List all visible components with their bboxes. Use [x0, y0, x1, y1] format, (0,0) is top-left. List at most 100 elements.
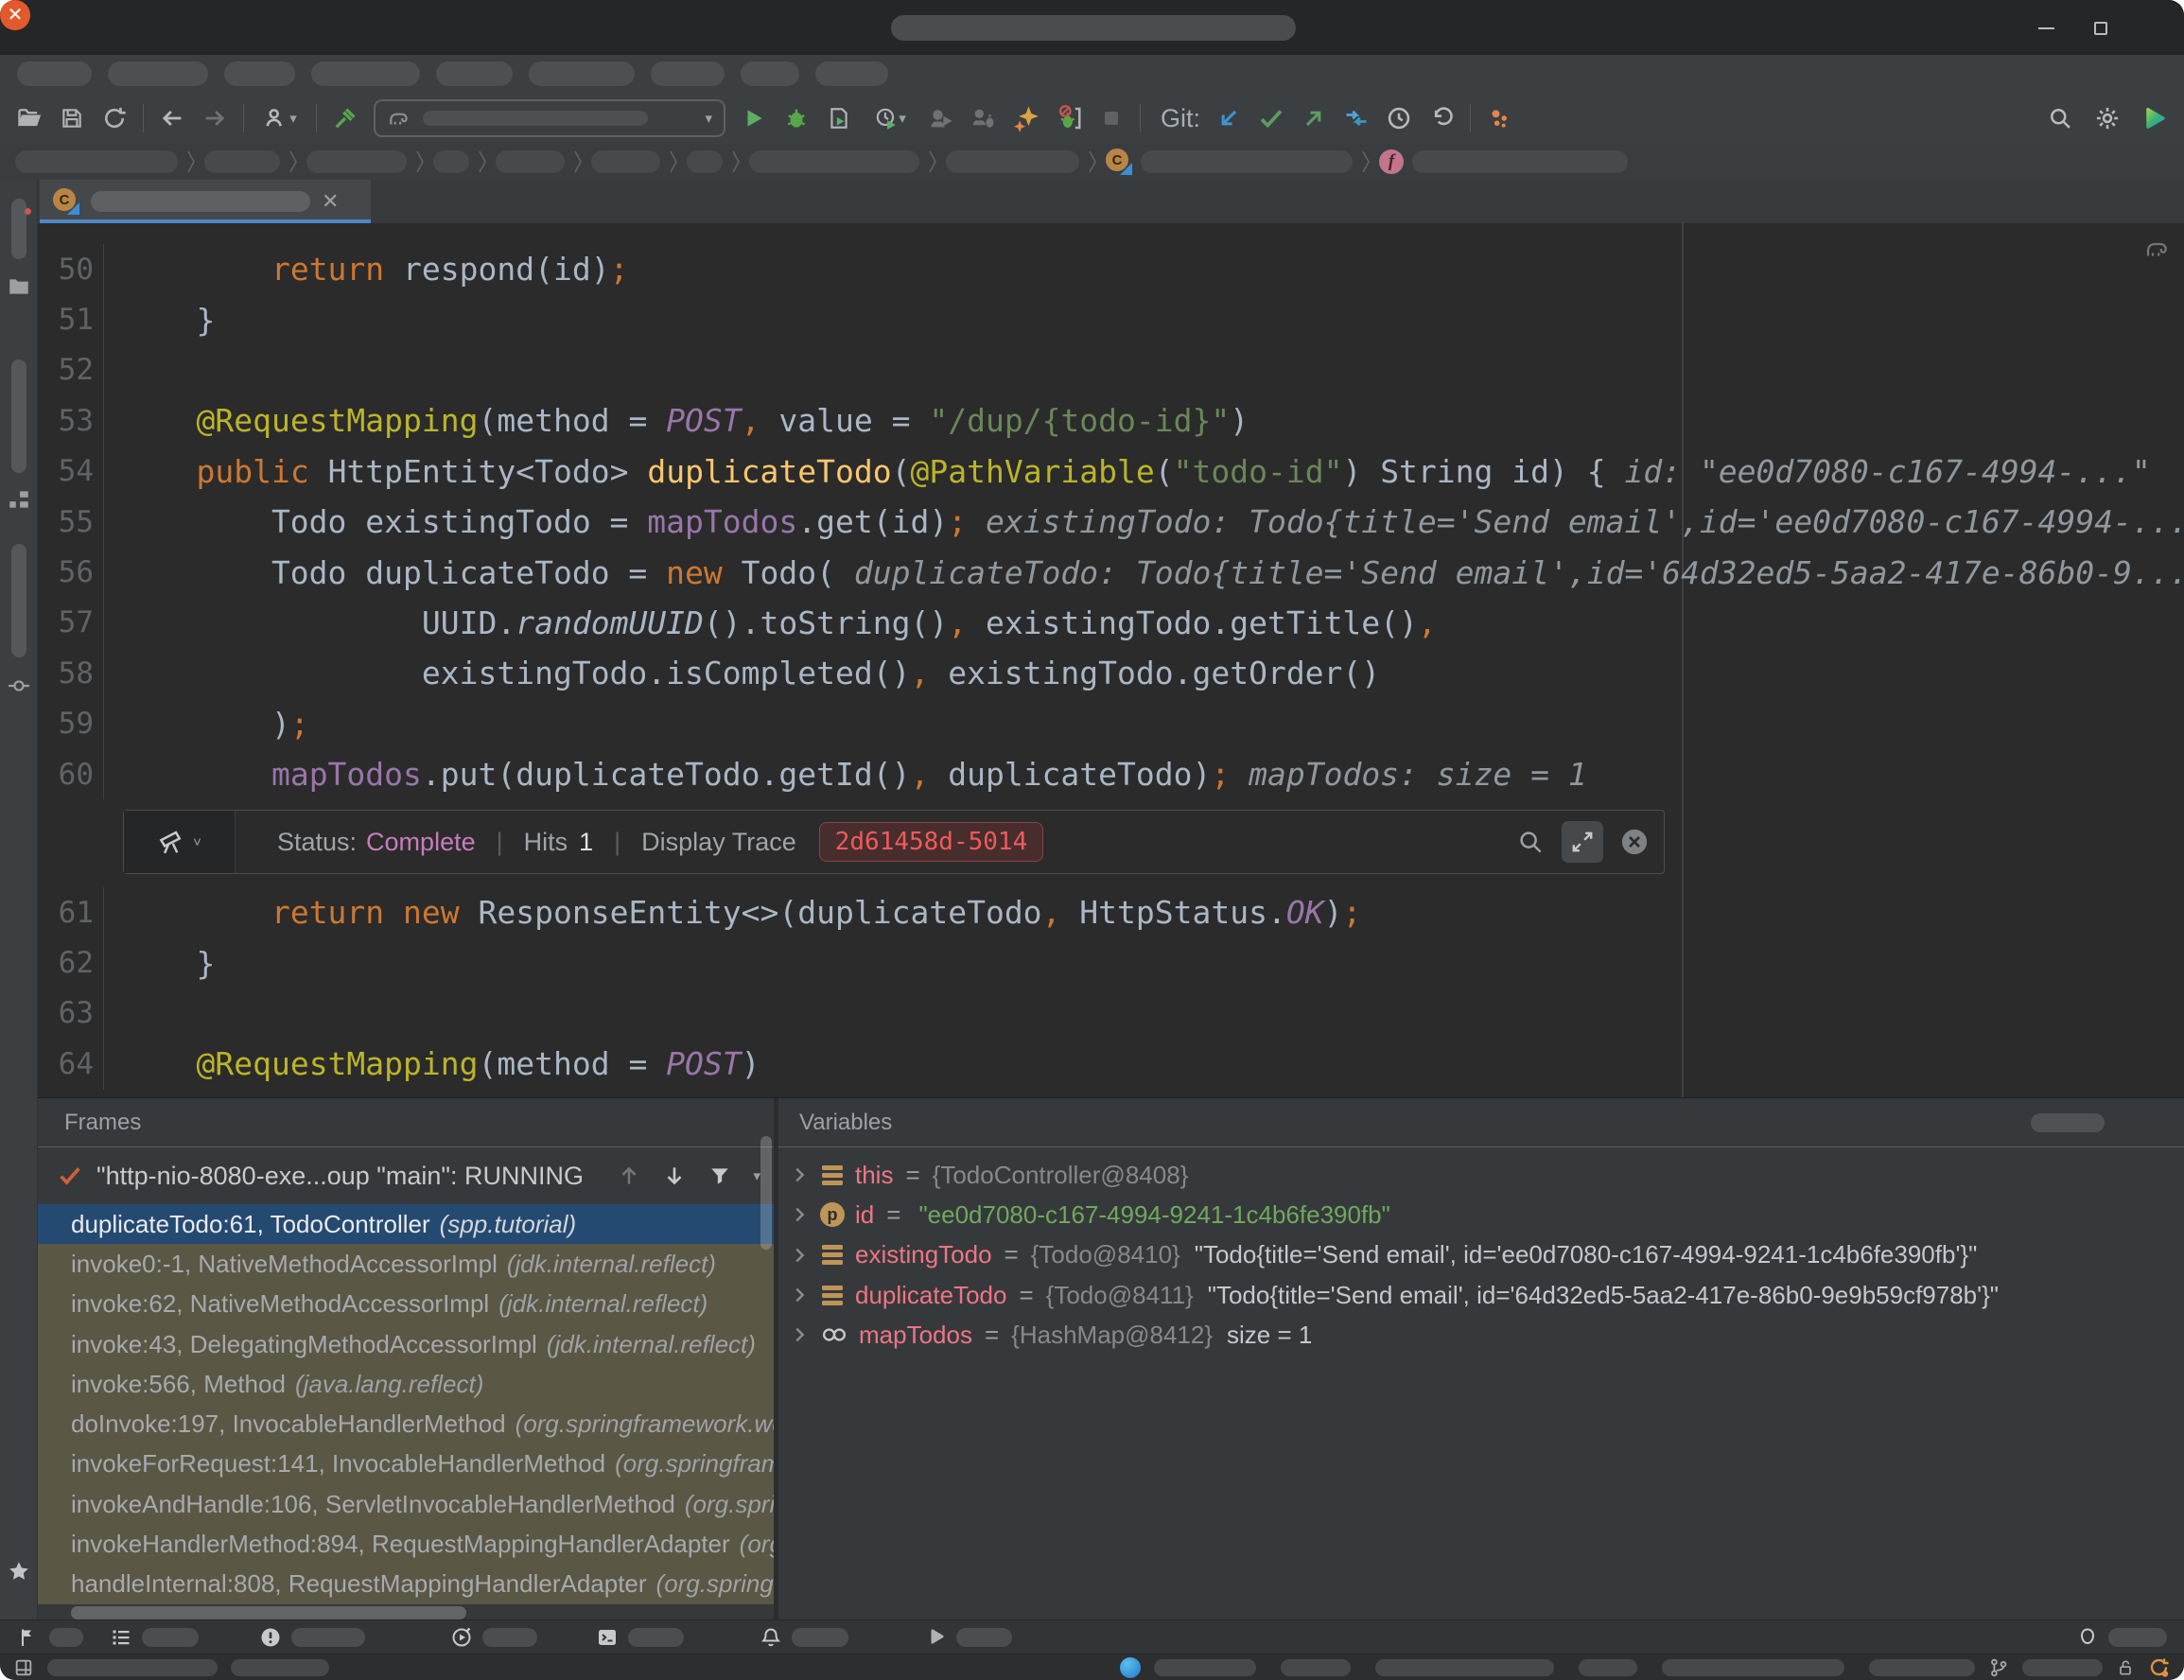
tool-window-label-redacted[interactable] — [49, 1628, 83, 1647]
frame-row[interactable]: invokeHandlerMethod:894, RequestMappingH… — [38, 1524, 774, 1564]
line-number[interactable]: 52 — [38, 345, 104, 395]
line-number[interactable]: 53 — [38, 395, 104, 446]
code-line[interactable]: 55 Todo existingTodo = mapTodos.get(id);… — [38, 497, 2184, 547]
forward-icon[interactable] — [201, 104, 229, 132]
code-line[interactable]: 56 Todo duplicateTodo = new Todo( duplic… — [38, 547, 2184, 597]
search-tool-icon[interactable] — [2076, 1626, 2099, 1649]
code-line[interactable]: 58 existingTodo.isCompleted(), existingT… — [38, 648, 2184, 698]
thread-selector[interactable]: "http-nio-8080-exe...oup "main": RUNNING… — [38, 1147, 774, 1204]
code-line[interactable]: 64 @RequestMapping(method = POST) — [38, 1039, 2184, 1089]
code-editor[interactable]: 50 return respond(id);51 }52 53 @Request… — [38, 223, 2184, 1097]
trace-expand-icon[interactable] — [1562, 821, 1603, 863]
maximize-button[interactable] — [2087, 17, 2115, 40]
frame-row[interactable]: invokeAndHandle:106, ServletInvocableHan… — [38, 1484, 774, 1524]
tool-window-label-redacted[interactable] — [142, 1628, 199, 1647]
sync-icon[interactable] — [100, 104, 129, 132]
menu-item-redacted[interactable] — [815, 61, 888, 86]
debug-icon[interactable] — [782, 104, 811, 132]
frame-row[interactable]: invokeForRequest:141, InvocableHandlerMe… — [38, 1444, 774, 1484]
breadcrumb-item-redacted[interactable] — [946, 150, 1079, 173]
lock-icon[interactable] — [2116, 1658, 2135, 1677]
code-line[interactable]: 53 @RequestMapping(method = POST, value … — [38, 395, 2184, 446]
breadcrumb-item-redacted[interactable] — [15, 150, 178, 173]
rerun-icon[interactable] — [927, 104, 955, 132]
chevron-right-icon[interactable] — [789, 1324, 810, 1345]
tool-window-label-redacted[interactable] — [291, 1628, 365, 1647]
line-number[interactable]: 55 — [38, 497, 104, 547]
stripe-label-redacted[interactable] — [11, 359, 26, 473]
git-update-icon[interactable] — [1214, 104, 1243, 132]
line-number[interactable]: 51 — [38, 294, 104, 344]
breadcrumb-item-redacted[interactable] — [433, 150, 469, 173]
menu-item-redacted[interactable] — [17, 61, 92, 86]
frame-row[interactable]: invoke0:-1, NativeMethodAccessorImpl(jdk… — [38, 1244, 774, 1284]
frame-row[interactable]: handleInternal:808, RequestMappingHandle… — [38, 1565, 774, 1604]
project-folder-icon[interactable] — [7, 274, 31, 299]
status-item-redacted[interactable] — [231, 1659, 329, 1676]
trace-search-icon[interactable] — [1516, 828, 1545, 856]
history-clock-icon[interactable] — [1385, 104, 1413, 132]
tool-window-label-redacted[interactable] — [792, 1628, 848, 1647]
line-number[interactable]: 54 — [38, 446, 104, 497]
line-number[interactable]: 61 — [38, 887, 104, 937]
breadcrumb-item-redacted[interactable] — [204, 150, 280, 173]
filter-icon[interactable] — [708, 1164, 732, 1188]
line-number[interactable]: 57 — [38, 598, 104, 648]
close-button[interactable]: ✕ — [0, 0, 30, 30]
status-item-redacted[interactable] — [1869, 1659, 1975, 1676]
variable-row[interactable]: pid="ee0d7080-c167-4994-9241-1c4b6fe390f… — [778, 1195, 2184, 1234]
tool-window-label-redacted[interactable] — [628, 1628, 684, 1647]
run-with-coverage-icon[interactable] — [825, 104, 853, 132]
menu-item-redacted[interactable] — [529, 61, 635, 86]
commit-icon[interactable] — [7, 674, 31, 698]
line-number[interactable]: 56 — [38, 547, 104, 597]
tool-window-label-redacted[interactable] — [482, 1628, 537, 1647]
notifications-bell-icon[interactable] — [760, 1626, 782, 1649]
frame-row[interactable]: duplicateTodo:61, TodoController(spp.tut… — [38, 1204, 774, 1244]
run-icon[interactable] — [740, 104, 768, 132]
menu-item-redacted[interactable] — [311, 61, 420, 86]
variable-row[interactable]: this={TodoController@8408} — [778, 1155, 2184, 1195]
status-item-redacted[interactable] — [1281, 1659, 1351, 1676]
git-push-icon[interactable] — [1300, 104, 1328, 132]
gradle-elephant-icon[interactable] — [2143, 235, 2172, 263]
line-number[interactable]: 59 — [38, 699, 104, 749]
status-item-redacted[interactable] — [2022, 1659, 2103, 1676]
status-item-redacted[interactable] — [1579, 1659, 1637, 1676]
breadcrumb-item-redacted[interactable] — [591, 150, 660, 173]
back-icon[interactable] — [158, 104, 186, 132]
editor-tab[interactable]: C ✕ — [40, 180, 371, 223]
tab-close-icon[interactable]: ✕ — [322, 191, 339, 212]
variable-row[interactable]: existingTodo={Todo@8410}"Todo{title='Sen… — [778, 1235, 2184, 1275]
stripe-label-redacted[interactable] — [11, 544, 26, 657]
menu-item-redacted[interactable] — [224, 61, 295, 86]
minimize-button[interactable] — [2032, 17, 2060, 40]
line-number[interactable]: 63 — [38, 989, 104, 1039]
stripe-label-redacted[interactable] — [11, 199, 26, 259]
services-icon[interactable] — [450, 1626, 473, 1649]
tool-window-label-redacted[interactable] — [956, 1628, 1012, 1647]
git-branch-icon[interactable] — [1988, 1657, 2009, 1678]
line-number[interactable]: 58 — [38, 648, 104, 698]
frames-horizontal-scrollbar[interactable] — [71, 1606, 466, 1619]
trace-close-icon[interactable] — [1620, 828, 1649, 856]
run-tool-icon[interactable] — [924, 1626, 947, 1649]
profile-icon[interactable]: ▾ — [258, 104, 302, 132]
todo-list-icon[interactable] — [110, 1626, 132, 1649]
profiler-icon[interactable]: ▾ — [867, 104, 913, 132]
frames-vertical-scrollbar[interactable] — [760, 1136, 772, 1250]
toolbox-logo-icon[interactable] — [2140, 104, 2169, 132]
structure-icon[interactable] — [7, 487, 31, 512]
menu-item-redacted[interactable] — [741, 61, 799, 86]
breadcrumb-item-redacted[interactable] — [306, 150, 407, 173]
status-item-redacted[interactable] — [1154, 1659, 1256, 1676]
breadcrumb-item-redacted[interactable] — [496, 150, 565, 173]
code-line[interactable]: 61 return new ResponseEntity<>(duplicate… — [38, 887, 2184, 937]
git-commit-check-icon[interactable] — [1257, 104, 1285, 132]
code-line[interactable]: 59 ); — [38, 699, 2184, 749]
code-line[interactable]: 52 — [38, 345, 2184, 395]
code-line[interactable]: 60 mapTodos.put(duplicateTodo.getId(), d… — [38, 749, 2184, 799]
status-item-redacted[interactable] — [47, 1659, 218, 1676]
chevron-right-icon[interactable] — [789, 1245, 810, 1266]
frame-down-icon[interactable] — [662, 1164, 687, 1188]
